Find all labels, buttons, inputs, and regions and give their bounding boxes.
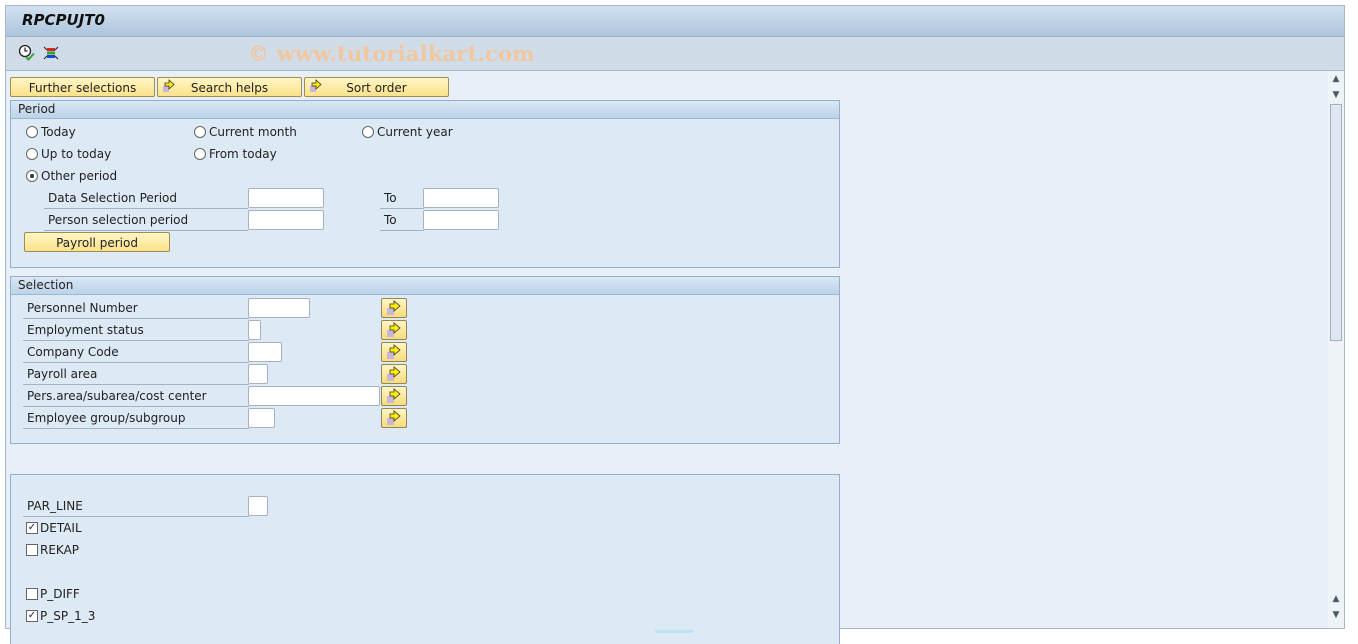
- employment-status-input[interactable]: [248, 320, 261, 340]
- checkbox-checked[interactable]: ✓: [26, 610, 38, 622]
- multiple-selection-button[interactable]: [381, 386, 407, 406]
- personnel-number-label: Personnel Number: [23, 298, 249, 319]
- employee-group-label: Employee group/subgroup: [23, 408, 249, 429]
- radio-button-selected[interactable]: [26, 170, 38, 182]
- search-helps-label: Search helps: [190, 81, 269, 95]
- sort-order-label: Sort order: [346, 81, 407, 95]
- page-title: RPCPUJT0: [22, 11, 105, 29]
- par-line-input[interactable]: [248, 496, 268, 516]
- checkbox[interactable]: [26, 544, 38, 556]
- pers-area-label: Pers.area/subarea/cost center: [23, 386, 249, 407]
- data-selection-period-label: Data Selection Period: [44, 188, 248, 209]
- selection-screen-icon[interactable]: [42, 44, 60, 62]
- period-group-header: Period: [11, 101, 839, 119]
- radio-button[interactable]: [26, 148, 38, 160]
- sort-order-button[interactable]: Sort order: [304, 77, 449, 97]
- selection-group: Selection Personnel Number Employment st…: [10, 276, 840, 444]
- execute-clock-icon[interactable]: [18, 44, 36, 62]
- scrollbar-thumb[interactable]: [1330, 104, 1342, 341]
- par-line-label: PAR_LINE: [23, 496, 249, 517]
- scroll-up-icon[interactable]: ▲: [1330, 593, 1342, 605]
- further-selections-button[interactable]: Further selections: [10, 77, 155, 97]
- period-group: Period Today Current month Current year …: [10, 100, 840, 268]
- radio-button[interactable]: [194, 126, 206, 138]
- options-group: PAR_LINE ✓ DETAIL REKAP P_DIFF ✓ P_SP_1_…: [10, 474, 840, 644]
- person-selection-from-input[interactable]: [248, 210, 324, 230]
- application-toolbar: © www.tutorialkart.com: [6, 37, 1344, 71]
- data-selection-to-input[interactable]: [423, 188, 499, 208]
- multiple-selection-button[interactable]: [381, 408, 407, 428]
- radio-button[interactable]: [194, 148, 206, 160]
- multiple-selection-button[interactable]: [381, 320, 407, 340]
- checkbox-checked[interactable]: ✓: [26, 522, 38, 534]
- watermark: © www.tutorialkart.com: [248, 41, 535, 66]
- radio-button[interactable]: [26, 126, 38, 138]
- multiple-selection-button[interactable]: [381, 342, 407, 362]
- selection-group-header: Selection: [11, 277, 839, 295]
- multiple-selection-button[interactable]: [381, 298, 407, 318]
- scroll-down-icon[interactable]: ▼: [1330, 89, 1342, 101]
- payroll-area-input[interactable]: [248, 364, 268, 384]
- vertical-scrollbar[interactable]: ▲ ▼ ▲ ▼: [1328, 71, 1344, 628]
- sap-window: RPCPUJT0 © www.tutorialkart.com Further …: [5, 5, 1345, 644]
- selection-screen: Further selections Search helps Sort ord…: [6, 71, 1328, 644]
- scroll-down-icon[interactable]: ▼: [1330, 609, 1342, 621]
- search-helps-button[interactable]: Search helps: [157, 77, 302, 97]
- further-selections-label: Further selections: [28, 81, 137, 95]
- to-label: To: [380, 210, 424, 231]
- personnel-number-input[interactable]: [248, 298, 310, 318]
- company-code-input[interactable]: [248, 342, 282, 362]
- pers-area-input[interactable]: [248, 386, 380, 406]
- arrow-right-icon: [162, 79, 176, 99]
- to-label: To: [380, 188, 424, 209]
- employment-status-label: Employment status: [23, 320, 249, 341]
- data-selection-from-input[interactable]: [248, 188, 324, 208]
- multiple-selection-button[interactable]: [381, 364, 407, 384]
- title-bar: RPCPUJT0: [6, 6, 1344, 37]
- arrow-right-icon: [309, 79, 323, 99]
- employee-group-input[interactable]: [248, 408, 275, 428]
- payroll-area-label: Payroll area: [23, 364, 249, 385]
- person-selection-period-label: Person selection period: [44, 210, 248, 231]
- company-code-label: Company Code: [23, 342, 249, 363]
- scroll-up-icon[interactable]: ▲: [1330, 73, 1342, 85]
- payroll-period-button[interactable]: Payroll period: [24, 232, 170, 252]
- radio-button[interactable]: [362, 126, 374, 138]
- person-selection-to-input[interactable]: [423, 210, 499, 230]
- checkbox[interactable]: [26, 588, 38, 600]
